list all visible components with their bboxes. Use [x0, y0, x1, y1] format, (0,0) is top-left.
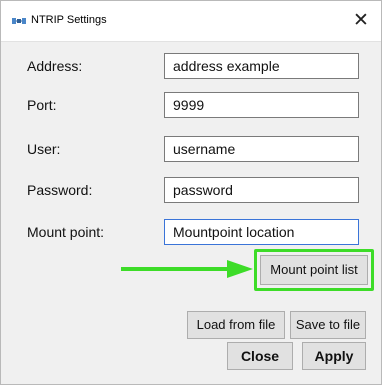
save-to-file-button[interactable]: Save to file: [290, 311, 366, 339]
window-close-button[interactable]: ✕: [347, 7, 375, 35]
mount-point-list-button[interactable]: Mount point list: [260, 255, 368, 285]
title-bar: NTRIP Settings ✕: [1, 1, 381, 42]
mount-point-label: Mount point:: [27, 224, 105, 240]
window-title: NTRIP Settings: [31, 14, 107, 26]
ntrip-settings-dialog: NTRIP Settings ✕ Address: Port: User: Pa…: [0, 0, 382, 385]
address-field[interactable]: [164, 53, 359, 79]
password-field[interactable]: [164, 177, 359, 203]
user-field[interactable]: [164, 136, 359, 162]
satellite-icon: [12, 18, 26, 24]
user-label: User:: [27, 141, 61, 157]
load-from-file-button[interactable]: Load from file: [187, 311, 285, 339]
port-field[interactable]: [164, 92, 359, 118]
port-label: Port:: [27, 97, 57, 113]
apply-button[interactable]: Apply: [302, 342, 366, 370]
mount-point-field[interactable]: [164, 219, 359, 245]
close-button[interactable]: Close: [227, 342, 293, 370]
address-label: Address:: [27, 58, 83, 74]
arrow-right-icon: [121, 260, 253, 278]
password-label: Password:: [27, 182, 93, 198]
